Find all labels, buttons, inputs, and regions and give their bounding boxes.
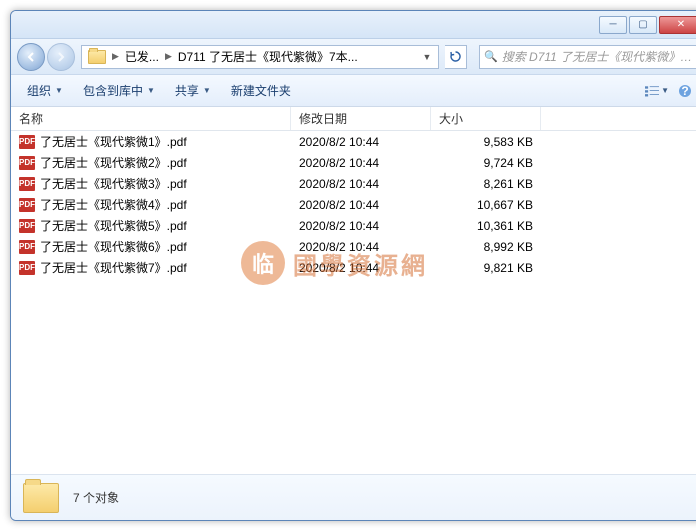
file-date: 2020/8/2 10:44 bbox=[291, 219, 431, 233]
file-name-cell: PDF 了无居士《现代紫微5》.pdf bbox=[11, 217, 291, 234]
refresh-icon bbox=[449, 50, 462, 63]
file-name-cell: PDF 了无居士《现代紫微4》.pdf bbox=[11, 196, 291, 213]
file-date: 2020/8/2 10:44 bbox=[291, 156, 431, 170]
file-size: 10,361 KB bbox=[431, 219, 541, 233]
nav-buttons bbox=[17, 43, 75, 71]
file-name-cell: PDF 了无居士《现代紫微6》.pdf bbox=[11, 238, 291, 255]
chevron-right-icon[interactable]: ▶ bbox=[110, 51, 121, 62]
refresh-button[interactable] bbox=[445, 45, 467, 69]
file-date: 2020/8/2 10:44 bbox=[291, 261, 431, 275]
arrow-left-icon bbox=[25, 51, 37, 63]
file-row[interactable]: PDF 了无居士《现代紫微5》.pdf 2020/8/2 10:4410,361 K… bbox=[11, 215, 696, 236]
view-button[interactable]: ▼ bbox=[645, 80, 669, 102]
pdf-icon: PDF bbox=[19, 177, 35, 191]
svg-text:?: ? bbox=[681, 84, 688, 98]
file-name-cell: PDF 了无居士《现代紫微1》.pdf bbox=[11, 133, 291, 150]
file-row[interactable]: PDF 了无居士《现代紫微3》.pdf 2020/8/2 10:448,261 KB bbox=[11, 173, 696, 194]
newfolder-button[interactable]: 新建文件夹 bbox=[223, 79, 299, 102]
status-count: 7 个对象 bbox=[73, 489, 119, 506]
explorer-window: ─ ▢ ✕ ▶ 已发... ▶ D711 了无居士《现代紫微》7本... ▼ bbox=[10, 10, 696, 521]
file-date: 2020/8/2 10:44 bbox=[291, 177, 431, 191]
file-row[interactable]: PDF 了无居士《现代紫微7》.pdf 2020/8/2 10:449,821 KB bbox=[11, 257, 696, 278]
file-size: 10,667 KB bbox=[431, 198, 541, 212]
chevron-down-icon: ▼ bbox=[661, 86, 669, 95]
search-icon: 🔍 bbox=[484, 50, 498, 63]
column-date[interactable]: 修改日期 bbox=[291, 107, 431, 130]
file-row[interactable]: PDF 了无居士《现代紫微4》.pdf 2020/8/2 10:4410,667 K… bbox=[11, 194, 696, 215]
pdf-icon: PDF bbox=[19, 219, 35, 233]
chevron-down-icon: ▼ bbox=[203, 86, 211, 95]
breadcrumb-root[interactable] bbox=[84, 46, 110, 68]
pdf-icon: PDF bbox=[19, 135, 35, 149]
file-name-cell: PDF 了无居士《现代紫微3》.pdf bbox=[11, 175, 291, 192]
help-button[interactable]: ? bbox=[673, 80, 696, 102]
chevron-right-icon[interactable]: ▶ bbox=[163, 51, 174, 62]
file-row[interactable]: PDF 了无居士《现代紫微2》.pdf 2020/8/2 10:449,724 KB bbox=[11, 152, 696, 173]
folder-icon bbox=[88, 50, 106, 64]
file-size: 9,583 KB bbox=[431, 135, 541, 149]
back-button[interactable] bbox=[17, 43, 45, 71]
file-size: 8,261 KB bbox=[431, 177, 541, 191]
view-icon bbox=[645, 84, 659, 98]
close-button[interactable]: ✕ bbox=[659, 16, 696, 34]
forward-button[interactable] bbox=[47, 43, 75, 71]
column-name[interactable]: 名称 bbox=[11, 107, 291, 130]
share-button[interactable]: 共享▼ bbox=[167, 79, 219, 102]
breadcrumb-seg1[interactable]: 已发... bbox=[121, 46, 163, 68]
organize-button[interactable]: 组织▼ bbox=[19, 79, 71, 102]
toolbar: 组织▼ 包含到库中▼ 共享▼ 新建文件夹 ▼ ? bbox=[11, 75, 696, 107]
pdf-icon: PDF bbox=[19, 261, 35, 275]
file-name: 了无居士《现代紫微6》.pdf bbox=[40, 238, 187, 255]
file-name: 了无居士《现代紫微5》.pdf bbox=[40, 217, 187, 234]
chevron-down-icon: ▼ bbox=[147, 86, 155, 95]
search-placeholder: 搜索 D711 了无居士《现代紫微》7... bbox=[502, 48, 694, 65]
statusbar: 7 个对象 bbox=[11, 474, 696, 520]
column-size[interactable]: 大小 bbox=[431, 107, 541, 130]
navbar: ▶ 已发... ▶ D711 了无居士《现代紫微》7本... ▼ 🔍 搜索 D7… bbox=[11, 39, 696, 75]
titlebar: ─ ▢ ✕ bbox=[11, 11, 696, 39]
file-size: 9,821 KB bbox=[431, 261, 541, 275]
content-area: 名称 修改日期 大小 临 國學資源網 PDF了无居士《现代紫微1》.pdf202… bbox=[11, 107, 696, 474]
file-name: 了无居士《现代紫微3》.pdf bbox=[40, 175, 187, 192]
chevron-down-icon: ▼ bbox=[55, 86, 63, 95]
arrow-right-icon bbox=[55, 51, 67, 63]
file-date: 2020/8/2 10:44 bbox=[291, 135, 431, 149]
file-name: 了无居士《现代紫微7》.pdf bbox=[40, 259, 187, 276]
pdf-icon: PDF bbox=[19, 240, 35, 254]
file-size: 8,992 KB bbox=[431, 240, 541, 254]
breadcrumb-dropdown[interactable]: ▼ bbox=[418, 52, 436, 62]
pdf-icon: PDF bbox=[19, 156, 35, 170]
file-row[interactable]: PDF 了无居士《现代紫微6》.pdf 2020/8/2 10:448,992 KB bbox=[11, 236, 696, 257]
file-name: 了无居士《现代紫微4》.pdf bbox=[40, 196, 187, 213]
file-name-cell: PDF 了无居士《现代紫微2》.pdf bbox=[11, 154, 291, 171]
folder-icon bbox=[23, 483, 59, 513]
file-row[interactable]: PDF 了无居士《现代紫微1》.pdf 2020/8/2 10:449,583 KB bbox=[11, 131, 696, 152]
file-list[interactable]: 临 國學資源網 PDF了无居士《现代紫微1》.pdf2020/8/2 10:44… bbox=[11, 131, 696, 474]
pdf-icon: PDF bbox=[19, 198, 35, 212]
maximize-button[interactable]: ▢ bbox=[629, 16, 657, 34]
file-name: 了无居士《现代紫微1》.pdf bbox=[40, 133, 187, 150]
file-name: 了无居士《现代紫微2》.pdf bbox=[40, 154, 187, 171]
search-box[interactable]: 🔍 搜索 D711 了无居士《现代紫微》7... bbox=[479, 45, 696, 69]
file-name-cell: PDF 了无居士《现代紫微7》.pdf bbox=[11, 259, 291, 276]
include-button[interactable]: 包含到库中▼ bbox=[75, 79, 163, 102]
minimize-button[interactable]: ─ bbox=[599, 16, 627, 34]
file-size: 9,724 KB bbox=[431, 156, 541, 170]
column-headers: 名称 修改日期 大小 bbox=[11, 107, 696, 131]
file-date: 2020/8/2 10:44 bbox=[291, 240, 431, 254]
breadcrumb-seg2[interactable]: D711 了无居士《现代紫微》7本... bbox=[174, 46, 362, 68]
help-icon: ? bbox=[678, 84, 692, 98]
file-date: 2020/8/2 10:44 bbox=[291, 198, 431, 212]
breadcrumb[interactable]: ▶ 已发... ▶ D711 了无居士《现代紫微》7本... ▼ bbox=[81, 45, 439, 69]
